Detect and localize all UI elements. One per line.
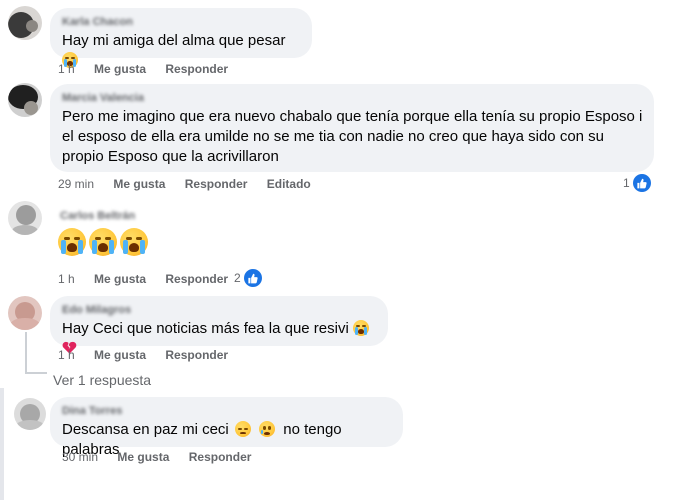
like-button[interactable]: Me gusta: [117, 450, 169, 464]
loudly-crying-face-icon: [58, 228, 86, 256]
comment-actions: 29 min Me gusta Responder Editado: [58, 176, 327, 192]
thread-line: [25, 372, 47, 374]
commenter-name[interactable]: Carlos Beltrán: [60, 210, 135, 223]
comment-timestamp[interactable]: 1 h: [58, 62, 75, 76]
comment-bubble: Edo Milagros Hay Ceci que noticias más f…: [50, 296, 388, 354]
avatar[interactable]: [8, 83, 42, 117]
reaction-count-number: 2: [234, 271, 241, 285]
like-button[interactable]: Me gusta: [94, 62, 146, 76]
sad-face-icon: [259, 421, 276, 437]
like-reaction-icon: [632, 174, 651, 192]
reply-button[interactable]: Responder: [189, 450, 252, 464]
comment-bubble: Dina Torres Descansa en paz mi ceci no t…: [50, 397, 403, 458]
reply-button[interactable]: Responder: [165, 348, 228, 362]
commenter-name[interactable]: Dina Torres: [62, 405, 391, 418]
comment-timestamp[interactable]: 1 h: [58, 348, 75, 362]
comment-text-line: el esposo de ella era umilde no se me ti…: [62, 128, 605, 145]
thread-line: [25, 332, 27, 372]
edited-label: Editado: [266, 177, 311, 191]
comment-timestamp[interactable]: 29 min: [58, 177, 94, 191]
avatar[interactable]: [8, 6, 42, 40]
emoji-only-comment: [58, 228, 148, 258]
comment-bubble: Marcia Valencia Pero me imagino que era …: [50, 84, 654, 172]
comment-bubble: Karla Chacon Hay mi amiga del alma que p…: [50, 8, 312, 68]
reply-button[interactable]: Responder: [165, 272, 228, 286]
like-button[interactable]: Me gusta: [94, 348, 146, 362]
reaction-count-number: 1: [623, 176, 630, 190]
like-button[interactable]: Me gusta: [113, 177, 165, 191]
avatar[interactable]: [8, 296, 42, 330]
reply-button[interactable]: Responder: [165, 62, 228, 76]
loudly-crying-face-icon: [352, 320, 369, 336]
reaction-count[interactable]: 2: [234, 269, 262, 287]
loudly-crying-face-icon: [120, 228, 148, 256]
thread-divider: [0, 388, 4, 500]
view-replies-link[interactable]: Ver 1 respuesta: [53, 372, 151, 388]
comment-timestamp[interactable]: 30 min: [62, 450, 98, 464]
avatar[interactable]: [8, 201, 42, 235]
comment-text-line: propio Esposo que la acrivillaron: [62, 148, 279, 165]
pensive-face-icon: [234, 421, 251, 437]
commenter-name[interactable]: Karla Chacon: [62, 16, 300, 29]
comment-actions: 1 h Me gusta Responder: [58, 61, 244, 77]
comment-actions: 1 h Me gusta Responder: [58, 271, 244, 287]
commenter-name[interactable]: Edo Milagros: [62, 304, 376, 317]
comment-text-line: Descansa en paz mi ceci: [62, 421, 229, 438]
reaction-count[interactable]: 1: [623, 174, 651, 192]
avatar[interactable]: [14, 398, 46, 430]
comment-actions: 1 h Me gusta Responder: [58, 347, 244, 363]
like-button[interactable]: Me gusta: [94, 272, 146, 286]
comment-actions: 30 min Me gusta Responder: [62, 449, 267, 465]
reply-button[interactable]: Responder: [185, 177, 248, 191]
comment-text: Pero me imagino que era nuevo chabalo qu…: [62, 107, 642, 167]
like-reaction-icon: [243, 269, 262, 287]
comment-text-line: Hay mi amiga del alma que pesar: [62, 32, 286, 49]
comment-timestamp[interactable]: 1 h: [58, 272, 75, 286]
comment-text-line: Pero me imagino que era nuevo chabalo qu…: [62, 108, 643, 125]
loudly-crying-face-icon: [89, 228, 117, 256]
comment-text-line: Hay Ceci que noticias más fea la que res…: [62, 320, 349, 337]
commenter-name[interactable]: Marcia Valencia: [62, 92, 642, 105]
